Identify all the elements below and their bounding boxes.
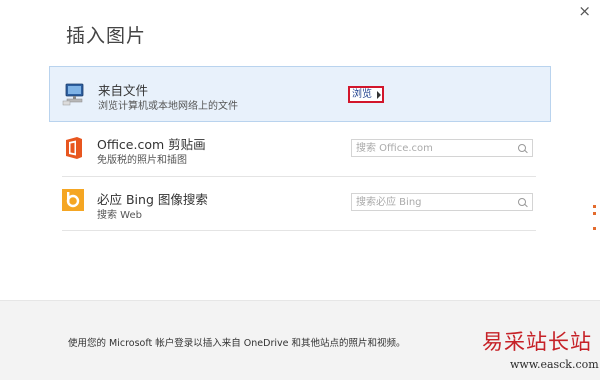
footer-bar: 使用您的 Microsoft 帐户登录以插入来自 OneDrive 和其他站点的… (0, 300, 600, 380)
row-divider (62, 230, 536, 231)
source-description: 搜索 Web (97, 210, 142, 221)
source-from-file[interactable]: 来自文件 浏览计算机或本地网络上的文件 浏览 (49, 66, 551, 122)
insert-picture-dialog: × 插入图片 来自文件 浏览计算机或本地网络上的文件 浏览 Office.com… (0, 0, 600, 380)
footer-signin-text: 使用您的 Microsoft 帐户登录以插入来自 OneDrive 和其他站点的… (68, 338, 406, 349)
search-icon[interactable] (518, 198, 526, 206)
computer-icon (62, 81, 88, 107)
source-description: 浏览计算机或本地网络上的文件 (98, 101, 238, 112)
search-placeholder: 搜索 Office.com (356, 143, 433, 154)
bing-search-input[interactable]: 搜索必应 Bing (351, 193, 533, 211)
search-icon[interactable] (518, 144, 526, 152)
source-office-clipart[interactable]: Office.com 剪贴画 免版税的照片和插图 搜索 Office.com (49, 124, 550, 176)
source-description: 免版税的照片和插图 (97, 155, 187, 166)
search-placeholder: 搜索必应 Bing (356, 197, 422, 208)
scroll-indicator (593, 227, 596, 230)
bing-icon (62, 189, 88, 215)
source-bing-search[interactable]: 必应 Bing 图像搜索 搜索 Web 搜索必应 Bing (49, 180, 550, 230)
browse-label: 浏览 (352, 89, 372, 100)
chevron-right-icon (377, 91, 381, 99)
office-icon (63, 136, 89, 162)
watermark-name: 易采站长站 (482, 330, 592, 354)
watermark-url: www.easck.com (510, 358, 599, 371)
office-search-input[interactable]: 搜索 Office.com (351, 139, 533, 157)
browse-button[interactable]: 浏览 (348, 86, 384, 103)
close-icon[interactable]: × (578, 3, 591, 19)
dialog-title: 插入图片 (66, 25, 147, 47)
row-divider (62, 176, 536, 177)
scroll-indicator (593, 205, 596, 208)
scroll-indicator (593, 212, 596, 215)
